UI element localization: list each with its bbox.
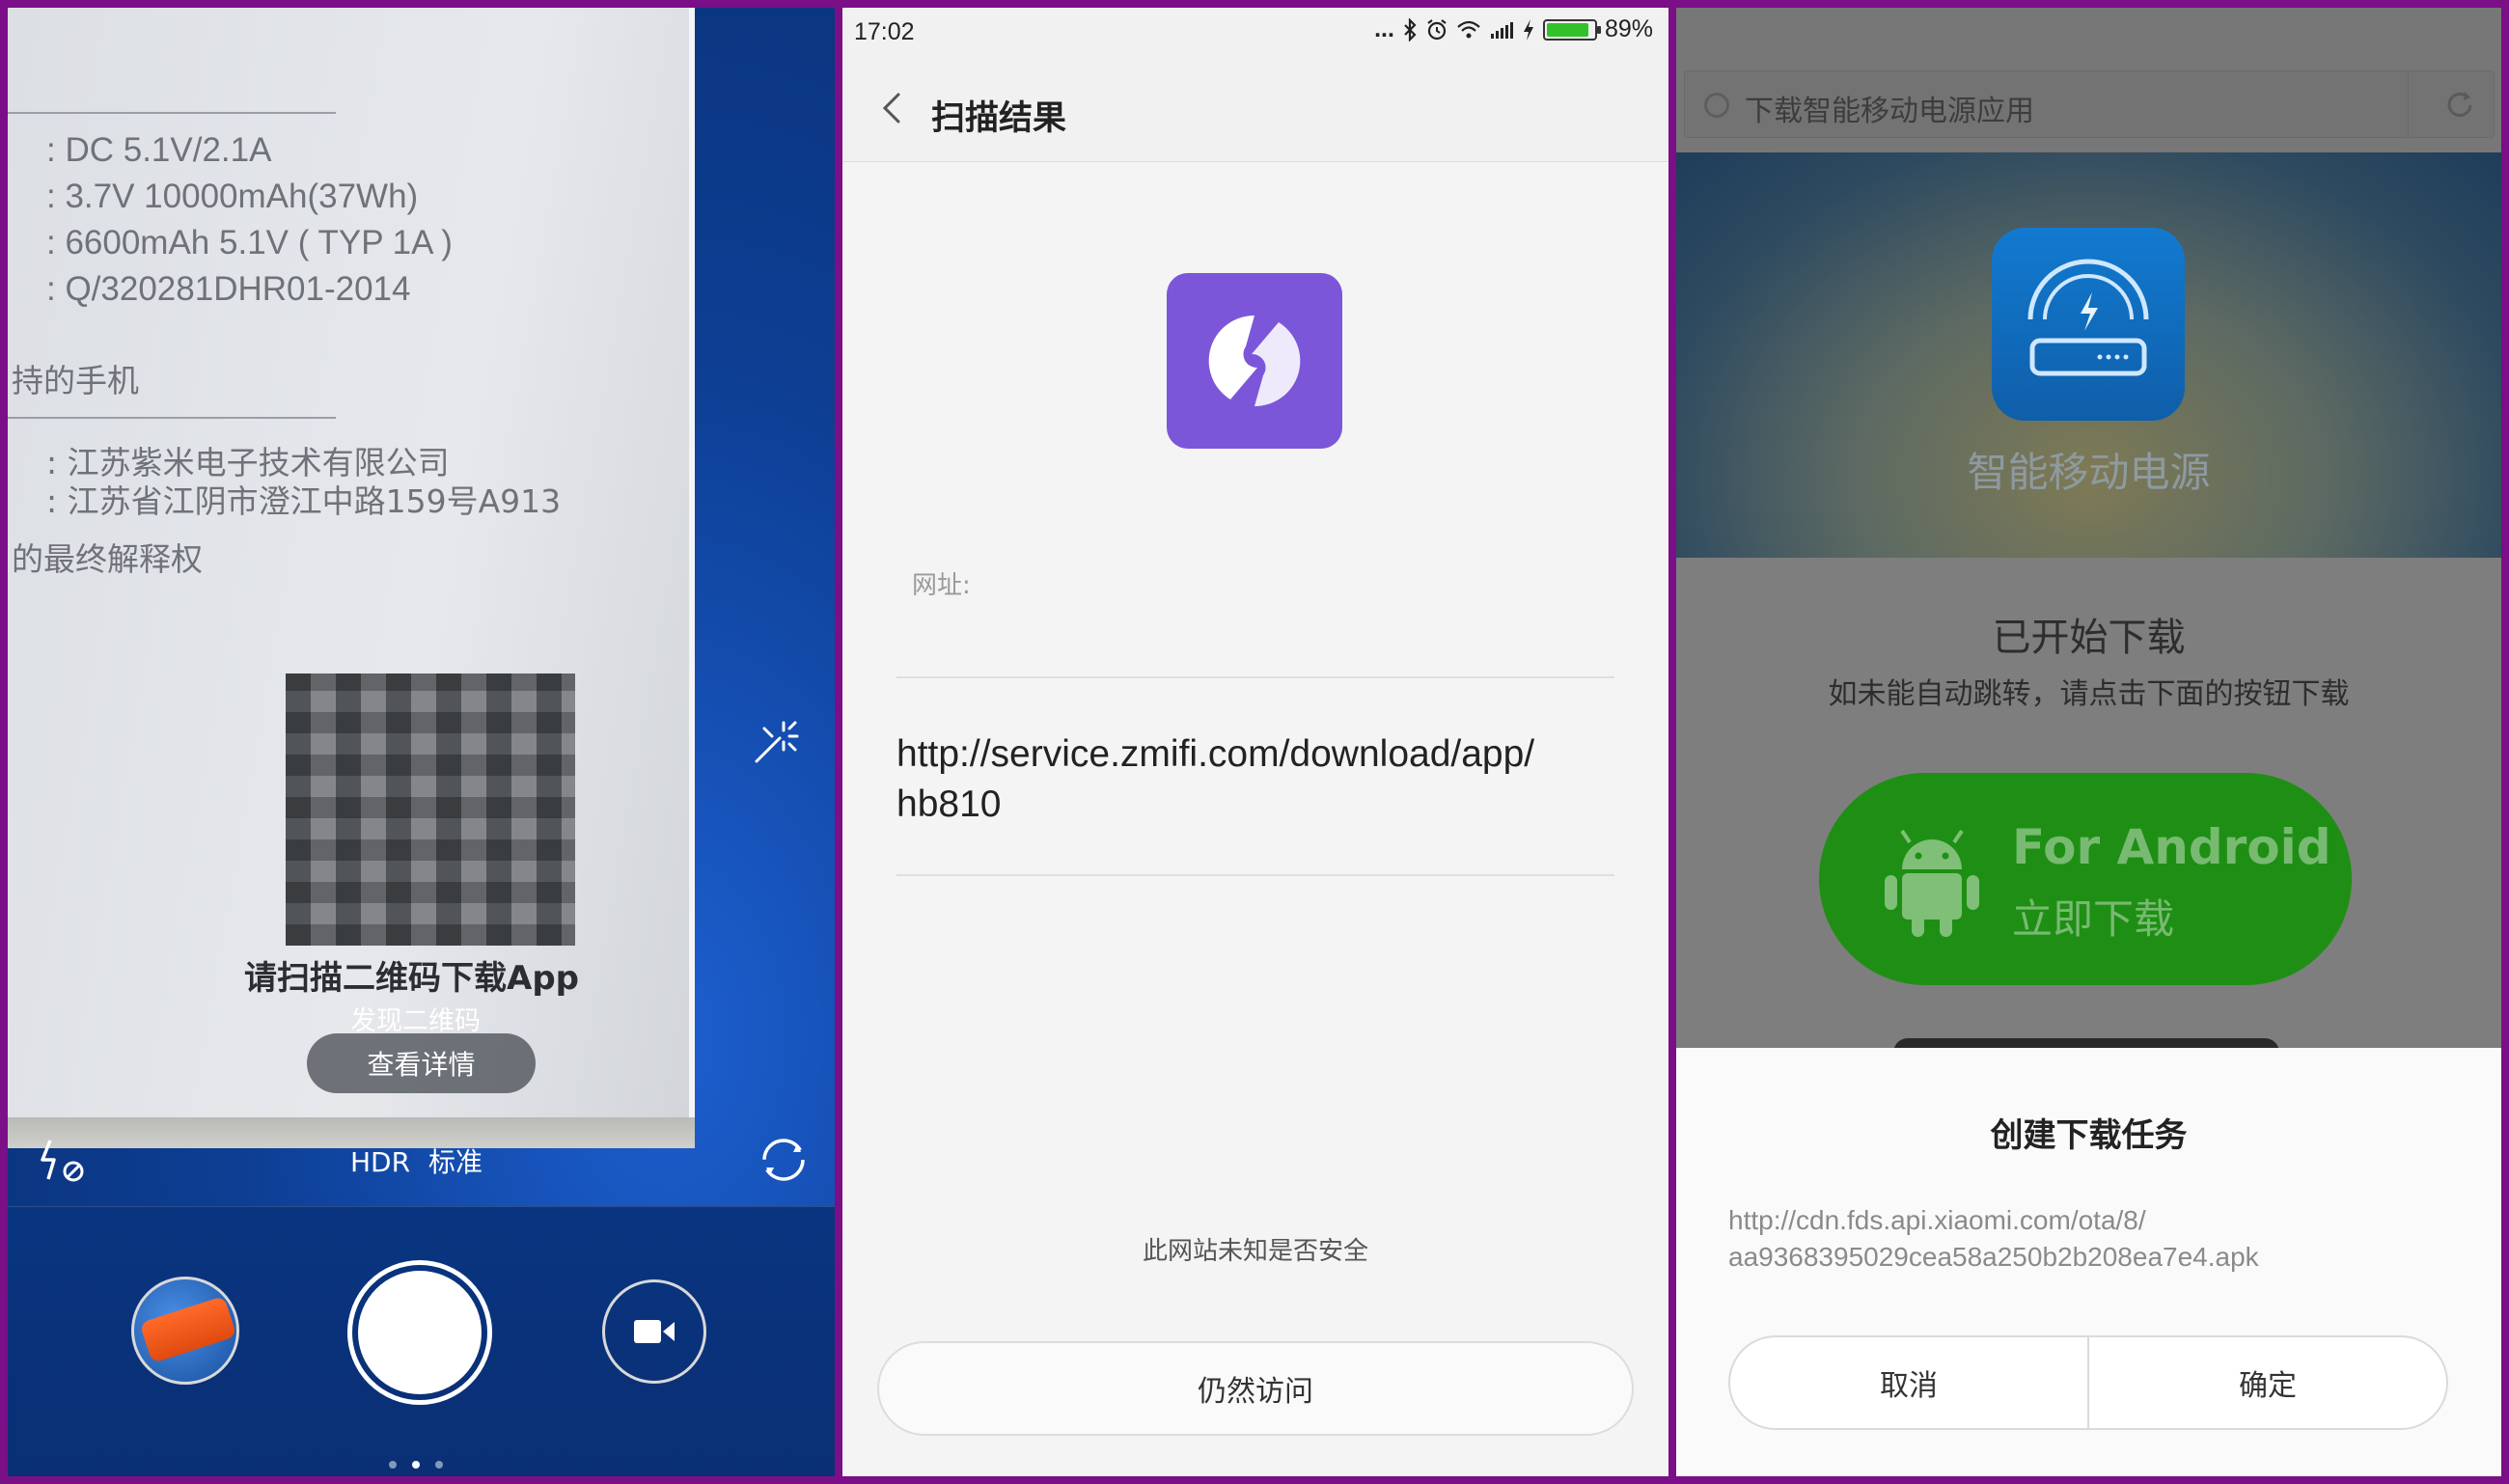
download-url: http://cdn.fds.api.xiaomi.com/ota/8/ aa9…	[1728, 1202, 2462, 1276]
app-name: 智能移动电源	[1967, 449, 2211, 496]
gallery-thumbnail[interactable]	[131, 1277, 239, 1385]
url-label: 网址:	[912, 571, 971, 600]
mode-label: 标准	[427, 1146, 482, 1178]
confirm-button[interactable]: 确定	[2087, 1337, 2446, 1428]
bluetooth-icon	[1404, 17, 1417, 41]
box-text-line: : Q/320281DHR01-2014	[46, 270, 411, 308]
pager-dots	[389, 1461, 443, 1469]
scan-result-panel: 17:02 ... 89% 扫描结果 网址: http://service.zm…	[842, 8, 1668, 1476]
status-bar: 17:02 ... 89%	[842, 8, 1668, 54]
download-panel: 下载智能移动电源应用 智能移动电源 已开始下载 如未能自动跳转，请点击下面的按钮…	[1676, 8, 2501, 1476]
download-url-line: aa9368395029cea58a250b2b208ea7e4.apk	[1728, 1242, 2259, 1272]
address-title: 下载智能移动电源应用	[1745, 95, 2034, 128]
android-robot-icon	[1885, 829, 1979, 937]
address-divider	[2408, 71, 2409, 139]
box-text-line: : 江苏省江阴市澄江中路159号A913	[46, 482, 562, 520]
divider	[896, 874, 1614, 876]
app-icon	[1992, 228, 2185, 421]
dialog-title: 创建下载任务	[1990, 1116, 2188, 1155]
qr-caption: 请扫描二维码下载App	[244, 959, 579, 998]
qr-found-label: 发现二维码	[350, 1006, 481, 1036]
create-download-dialog: 创建下载任务 http://cdn.fds.api.xiaomi.com/ota…	[1676, 1048, 2501, 1476]
download-url-line: http://cdn.fds.api.xiaomi.com/ota/8/	[1728, 1205, 2146, 1235]
visit-anyway-button[interactable]: 仍然访问	[877, 1341, 1634, 1436]
camera-panel: : DC 5.1V/2.1A : 3.7V 10000mAh(37Wh) : 6…	[8, 8, 835, 1476]
site-icon	[1704, 93, 1729, 118]
battery-percent: 89%	[1604, 15, 1653, 42]
back-arrow-icon[interactable]	[879, 91, 906, 125]
address-box[interactable]: 下载智能移动电源应用	[1684, 70, 2495, 139]
header-bar: 扫描结果	[842, 54, 1668, 162]
alarm-icon	[1427, 18, 1447, 40]
dialog-buttons: 取消 确定	[1728, 1335, 2448, 1430]
battery-icon	[1542, 18, 1601, 41]
charging-icon	[1523, 18, 1533, 41]
scanned-url-line: hb810	[896, 783, 1002, 825]
signal-icon	[1490, 21, 1513, 39]
download-started-heading: 已开始下载	[1992, 616, 2186, 660]
divider	[896, 676, 1614, 678]
shutter-button[interactable]	[347, 1260, 492, 1405]
video-mode-button[interactable]	[602, 1279, 706, 1384]
box-divider	[8, 417, 336, 419]
pager-dot	[435, 1461, 443, 1469]
battery-level	[1546, 22, 1588, 37]
power-bank-icon	[2027, 259, 2149, 376]
android-button-title: For Android	[2012, 819, 2331, 875]
more-notifications-icon: ...	[1374, 15, 1394, 42]
magic-wand-icon[interactable]	[751, 717, 801, 767]
safety-warning: 此网站未知是否安全	[1142, 1237, 1368, 1266]
qr-code	[286, 673, 575, 946]
scanned-url-line: http://service.zmifi.com/download/app/	[896, 733, 1535, 775]
browser-bar: 下载智能移动电源应用	[1676, 8, 2501, 152]
hdr-mode-toggle[interactable]: HDR 标准	[350, 1141, 482, 1180]
status-time: 17:02	[854, 18, 915, 45]
thumbnail-photo	[139, 1295, 236, 1364]
box-text-line: : DC 5.1V/2.1A	[46, 131, 272, 169]
android-download-button[interactable]: For Android 立即下载	[1819, 773, 2352, 985]
shutter-inner	[358, 1271, 482, 1394]
app-logo	[1167, 273, 1342, 449]
hdr-label: HDR	[350, 1146, 411, 1178]
status-icons: ... 89%	[1374, 15, 1653, 43]
download-hint: 如未能自动跳转，请点击下面的按钮下载	[1828, 677, 2350, 711]
android-button-subtitle: 立即下载	[2012, 895, 2175, 943]
cancel-button[interactable]: 取消	[1730, 1337, 2087, 1428]
box-divider	[8, 112, 336, 114]
refresh-icon[interactable]	[2443, 89, 2476, 122]
switch-camera-icon[interactable]	[758, 1135, 809, 1185]
wifi-icon	[1457, 20, 1480, 38]
page-title: 扫描结果	[931, 99, 1067, 138]
box-text-line: : 3.7V 10000mAh(37Wh)	[46, 178, 419, 215]
flash-off-icon[interactable]	[37, 1135, 91, 1189]
box-text-line: : 6600mAh 5.1V ( TYP 1A )	[46, 224, 453, 261]
scanned-url[interactable]: http://service.zmifi.com/download/app/ h…	[896, 729, 1614, 830]
pager-dot-active	[412, 1461, 420, 1469]
box-text-line: 持的手机	[12, 362, 139, 399]
view-details-button[interactable]: 查看详情	[307, 1033, 536, 1093]
pager-dot	[389, 1461, 397, 1469]
box-text-line: 的最终解释权	[12, 540, 203, 578]
video-camera-icon	[634, 1320, 675, 1343]
swirl-logo-icon	[1208, 315, 1301, 407]
app-hero-banner: 智能移动电源	[1676, 152, 2501, 558]
